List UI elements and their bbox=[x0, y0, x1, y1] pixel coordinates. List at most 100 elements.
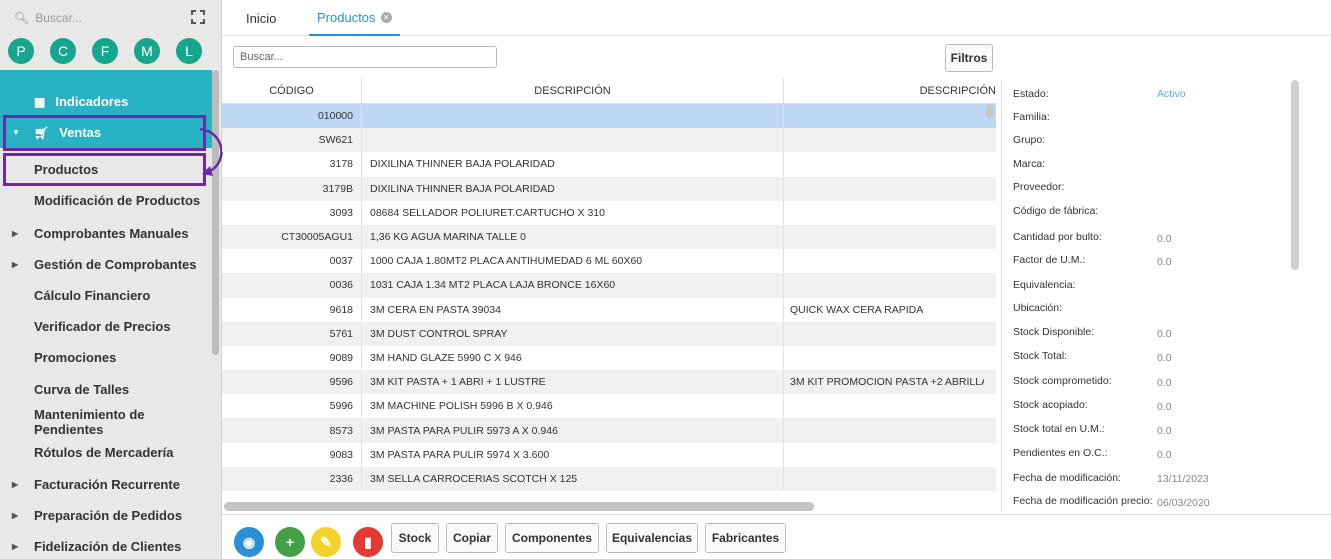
cell-descripcion-2 bbox=[784, 249, 984, 273]
detail-scrollbar[interactable] bbox=[1291, 80, 1299, 270]
column-header-descripcion-2[interactable]: DESCRIPCIÓN bbox=[784, 78, 996, 104]
caret-right-icon: ▶ bbox=[12, 511, 19, 520]
table-row[interactable]: 3178 DIXILINA THINNER BAJA POLARIDAD bbox=[222, 152, 996, 177]
table-row[interactable]: 5996 3M MACHINE POLISH 5996 B X 0.946 bbox=[222, 394, 996, 419]
quick-access-f[interactable]: F bbox=[92, 38, 118, 64]
cell-descripcion: 3M CERA EN PASTA 39034 bbox=[362, 297, 784, 322]
caret-right-icon: ▶ bbox=[12, 542, 19, 551]
cell-descripcion-2 bbox=[784, 225, 984, 249]
sidebar-item-label: Verificador de Precios bbox=[34, 319, 171, 334]
table-row[interactable]: 5761 3M DUST CONTROL SPRAY bbox=[222, 321, 996, 346]
sidebar-item-indicadores[interactable]: ▩ Indicadores bbox=[0, 86, 212, 117]
table-row[interactable]: 9083 3M PASTA PARA PULIR 5974 X 3.600 bbox=[222, 442, 996, 467]
tab-inicio[interactable]: Inicio bbox=[246, 0, 276, 36]
filter-button[interactable]: Filtros bbox=[945, 44, 993, 72]
sidebar-item-preparacion-pedidos[interactable]: ▶ Preparación de Pedidos bbox=[0, 500, 212, 531]
detail-label: Estado: bbox=[1013, 88, 1049, 100]
detail-label: Proveedor: bbox=[1013, 181, 1065, 193]
column-header-codigo[interactable]: CÓDIGO bbox=[222, 78, 362, 104]
cell-descripcion: 3M MACHINE POLISH 5996 B X 0.946 bbox=[362, 394, 784, 419]
quick-access-circles: P C F M L bbox=[8, 38, 202, 64]
cell-descripcion-2 bbox=[784, 322, 984, 346]
detail-label: Familia: bbox=[1013, 111, 1050, 123]
cell-descripcion-2 bbox=[784, 152, 984, 176]
quick-access-m[interactable]: M bbox=[134, 38, 160, 64]
view-button[interactable]: ◉ bbox=[234, 527, 264, 557]
table-row[interactable]: 3093 08684 SELLADOR POLIURET.CARTUCHO X 3… bbox=[222, 200, 996, 225]
table-row[interactable]: 8573 3M PASTA PARA PULIR 5973 A X 0.946 bbox=[222, 418, 996, 443]
sidebar-item-label: Promociones bbox=[34, 350, 117, 365]
table-row[interactable]: CT30005AGU1 1,36 KG AGUA MARINA TALLE 0 bbox=[222, 224, 996, 250]
sidebar-item-label: Cálculo Financiero bbox=[34, 288, 151, 303]
detail-label: Factor de U.M.: bbox=[1013, 254, 1086, 266]
tab-bar: Inicio Productos ✕ bbox=[222, 0, 1331, 36]
sidebar-item-fidelizacion-clientes[interactable]: ▶ Fidelización de Clientes bbox=[0, 531, 212, 559]
table-row[interactable]: 3179B DIXILINA THINNER BAJA POLARIDAD bbox=[222, 176, 996, 201]
sidebar-item-mantenimiento-pendientes[interactable]: Mantenimiento de Pendientes bbox=[0, 406, 212, 437]
cell-codigo: 5761 bbox=[222, 321, 362, 346]
sidebar-item-modificacion[interactable]: Modificación de Productos bbox=[0, 185, 212, 216]
sidebar-item-label: Fidelización de Clientes bbox=[34, 539, 182, 554]
sidebar-search[interactable]: 🔍︎ Buscar... bbox=[0, 0, 221, 36]
table-vertical-scrollbar[interactable] bbox=[986, 104, 994, 118]
sidebar-item-rotulos-mercaderia[interactable]: Rótulos de Mercadería bbox=[0, 437, 212, 468]
cell-descripcion: 3M HAND GLAZE 5990 C X 946 bbox=[362, 345, 784, 371]
quick-access-l[interactable]: L bbox=[176, 38, 202, 64]
sidebar-item-facturacion-recurrente[interactable]: ▶ Facturación Recurrente bbox=[0, 469, 212, 500]
table-row[interactable]: 010000 bbox=[222, 104, 996, 129]
quick-access-c[interactable]: C bbox=[50, 38, 76, 64]
components-button[interactable]: Componentes bbox=[505, 523, 599, 553]
equivalences-button[interactable]: Equivalencias bbox=[606, 523, 698, 553]
manufacturers-button[interactable]: Fabricantes bbox=[705, 523, 786, 553]
table-row[interactable]: SW621 bbox=[222, 128, 996, 153]
dashboard-icon: ▩ bbox=[34, 94, 46, 109]
sidebar-item-label: Modificación de Productos bbox=[34, 193, 201, 208]
cell-descripcion: 3M SELLA CARROCERIAS SCOTCH X 125 bbox=[362, 466, 784, 491]
sidebar-item-calculo-financiero[interactable]: Cálculo Financiero bbox=[0, 280, 212, 311]
table-row[interactable]: 9618 3M CERA EN PASTA 39034 QUICK WAX CERA… bbox=[222, 297, 996, 322]
column-header-descripcion[interactable]: DESCRIPCIÓN bbox=[362, 78, 784, 104]
sidebar-item-comprobantes-manuales[interactable]: ▶ Comprobantes Manuales bbox=[0, 218, 212, 249]
detail-label: Fecha de modificación: bbox=[1013, 472, 1121, 484]
caret-right-icon: ▶ bbox=[12, 480, 19, 489]
table-horizontal-scrollbar[interactable] bbox=[224, 502, 814, 511]
delete-button[interactable]: ▮ bbox=[353, 527, 383, 557]
detail-value: 0.0 bbox=[1157, 256, 1172, 268]
table-row[interactable]: 2336 3M SELLA CARROCERIAS SCOTCH X 125 bbox=[222, 466, 996, 491]
caret-right-icon: ▶ bbox=[12, 260, 19, 269]
caret-right-icon: ▶ bbox=[12, 229, 19, 238]
detail-label: Stock Disponible: bbox=[1013, 326, 1095, 338]
sidebar-scrollbar[interactable] bbox=[212, 70, 219, 355]
fullscreen-icon[interactable] bbox=[191, 10, 205, 24]
close-icon[interactable]: ✕ bbox=[380, 11, 392, 23]
cell-codigo: 0037 bbox=[222, 249, 362, 274]
cell-codigo: 010000 bbox=[222, 104, 362, 129]
table-row[interactable]: 9596 3M KIT PASTA + 1 ABRI + 1 LUSTRE 3M K… bbox=[222, 370, 996, 395]
copy-button[interactable]: Copiar bbox=[446, 523, 498, 553]
table-row[interactable]: 0037 1000 CAJA 1.80MT2 PLACA ANTIHUMEDAD … bbox=[222, 249, 996, 274]
sidebar-item-gestion-comprobantes[interactable]: ▶ Gestión de Comprobantes bbox=[0, 249, 212, 280]
sidebar-item-label: Curva de Talles bbox=[34, 382, 130, 397]
cell-descripcion: DIXILINA THINNER BAJA POLARIDAD bbox=[362, 176, 784, 201]
table-row[interactable]: 0036 1031 CAJA 1.34 MT2 PLACA LAJA BRONCE… bbox=[222, 273, 996, 298]
sidebar-item-label: Preparación de Pedidos bbox=[34, 508, 183, 523]
stock-button[interactable]: Stock bbox=[391, 523, 439, 553]
edit-button[interactable]: ✎ bbox=[311, 527, 341, 557]
search-icon: 🔍︎ bbox=[14, 11, 30, 25]
table-body: 010000 SW621 3178 DIXILINA THINNER BAJA P… bbox=[222, 104, 996, 491]
sidebar-item-promociones[interactable]: Promociones bbox=[0, 342, 212, 373]
sidebar-item-verificador-precios[interactable]: Verificador de Precios bbox=[0, 311, 212, 342]
add-button[interactable]: + bbox=[275, 527, 305, 557]
tab-productos[interactable]: Productos ✕ bbox=[309, 0, 400, 36]
quick-access-p[interactable]: P bbox=[8, 38, 34, 64]
eye-icon: ◉ bbox=[242, 533, 256, 550]
sidebar-item-curva-talles[interactable]: Curva de Talles bbox=[0, 374, 212, 405]
detail-value: 0.0 bbox=[1157, 352, 1172, 364]
detail-label: Stock comprometido: bbox=[1013, 375, 1112, 387]
sidebar-item-label: Mantenimiento de Pendientes bbox=[34, 406, 145, 437]
cell-descripcion: 3M KIT PASTA + 1 ABRI + 1 LUSTRE bbox=[362, 370, 784, 395]
cell-codigo: 9618 bbox=[222, 297, 362, 322]
search-input[interactable] bbox=[233, 46, 497, 68]
table-row[interactable]: 9089 3M HAND GLAZE 5990 C X 946 bbox=[222, 345, 996, 371]
cell-codigo: SW621 bbox=[222, 128, 362, 153]
